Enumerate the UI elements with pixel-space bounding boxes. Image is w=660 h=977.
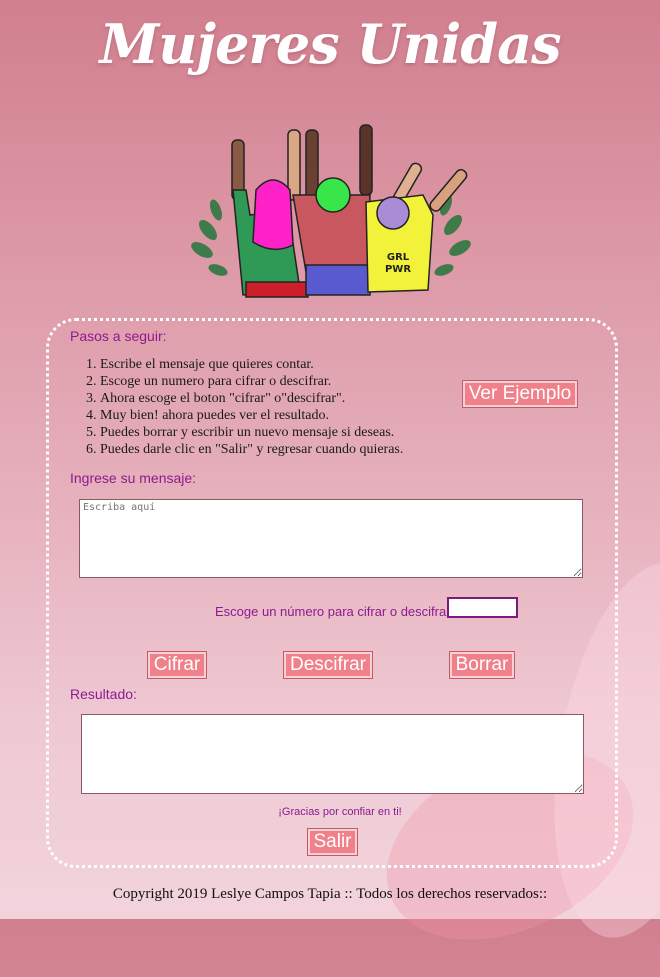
decrypt-button[interactable]: Descifrar [283,651,373,679]
clear-button[interactable]: Borrar [449,651,515,679]
exit-button[interactable]: Salir [307,828,358,856]
svg-text:GRL: GRL [387,252,410,263]
message-input[interactable] [79,499,583,578]
number-input[interactable] [447,597,518,618]
thanks-message: ¡Gracias por confiar en ti! [278,806,402,818]
footer-copyright: Copyright 2019 Leslye Campos Tapia :: To… [112,886,548,902]
step-item: Puedes borrar y escribir un nuevo mensaj… [100,424,403,441]
steps-list: Escribe el mensaje que quieres contar. E… [62,356,403,458]
step-item: Muy bien! ahora puedes ver el resultado. [100,407,403,424]
result-label: Resultado: [70,686,137,702]
number-label: Escoge un número para cifrar o descifrar [215,604,451,619]
result-output[interactable] [81,714,584,794]
message-label: Ingrese su mensaje: [70,470,197,486]
women-illustration: GRL PWR [191,124,471,298]
step-item: Ahora escoge el boton "cifrar" o"descifr… [100,390,403,407]
step-item: Escribe el mensaje que quieres contar. [100,356,403,373]
steps-heading: Pasos a seguir: [70,328,167,344]
view-example-button[interactable]: Ver Ejemplo [462,380,578,408]
step-item: Escoge un numero para cifrar o descifrar… [100,373,403,390]
encrypt-button[interactable]: Cifrar [147,651,207,679]
page-title: Mujeres Unidas [99,12,562,76]
svg-text:PWR: PWR [385,264,411,275]
step-item: Puedes darle clic en "Salir" y regresar … [100,441,403,458]
